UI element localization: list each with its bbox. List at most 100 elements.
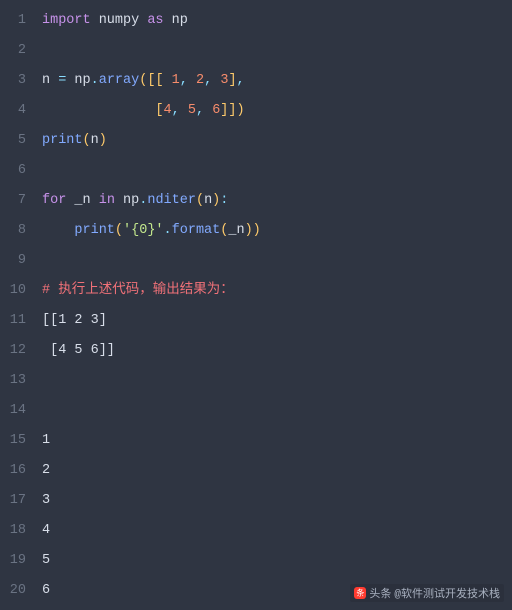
- line-number: 11: [0, 306, 26, 336]
- code-line: [[1 2 3]: [42, 306, 512, 336]
- token-id: n: [204, 193, 212, 208]
- code-line: [42, 366, 512, 396]
- token-kw: import: [42, 13, 91, 28]
- line-number: 14: [0, 396, 26, 426]
- token-pn: [: [155, 103, 163, 118]
- token-out: [[1 2 3]: [42, 313, 107, 328]
- token-pn: (: [196, 193, 204, 208]
- token-pn: (: [115, 223, 123, 238]
- token-fn: print: [74, 223, 115, 238]
- code-line: [42, 396, 512, 426]
- line-number: 16: [0, 456, 26, 486]
- token-num: 1: [172, 73, 180, 88]
- code-editor: 1234567891011121314151617181920 import n…: [0, 0, 512, 610]
- line-number: 6: [0, 156, 26, 186]
- line-number: 1: [0, 6, 26, 36]
- token-out: 2: [42, 463, 50, 478]
- code-line: import numpy as np: [42, 6, 512, 36]
- code-line: [4 5 6]]: [42, 336, 512, 366]
- line-number: 2: [0, 36, 26, 66]
- token-pn: ([[: [139, 73, 163, 88]
- code-line: for _n in np.nditer(n):: [42, 186, 512, 216]
- line-number: 10: [0, 276, 26, 306]
- token-pn: )): [245, 223, 261, 238]
- watermark: 头条 @软件测试开发技术栈: [350, 584, 504, 602]
- token-id: [180, 103, 188, 118]
- token-out: 1: [42, 433, 50, 448]
- line-number-gutter: 1234567891011121314151617181920: [0, 0, 36, 610]
- token-kw: as: [147, 13, 163, 28]
- code-line: [42, 156, 512, 186]
- token-num: 2: [196, 73, 204, 88]
- token-fn: format: [172, 223, 221, 238]
- line-number: 19: [0, 546, 26, 576]
- code-line: print(n): [42, 126, 512, 156]
- token-fn: nditer: [147, 193, 196, 208]
- line-number: 7: [0, 186, 26, 216]
- toutiao-logo-icon: [354, 587, 366, 599]
- code-area: import numpy as npn = np.array([[ 1, 2, …: [36, 0, 512, 610]
- code-line: 5: [42, 546, 512, 576]
- token-id: [164, 73, 172, 88]
- code-line: 3: [42, 486, 512, 516]
- token-fn: print: [42, 133, 83, 148]
- code-line: [42, 246, 512, 276]
- token-id: np: [66, 73, 90, 88]
- token-out: 6: [42, 583, 50, 598]
- token-kw: for: [42, 193, 66, 208]
- code-line: 2: [42, 456, 512, 486]
- code-line: print('{0}'.format(_n)): [42, 216, 512, 246]
- token-num: 4: [164, 103, 172, 118]
- line-number: 17: [0, 486, 26, 516]
- token-pn: ]: [228, 73, 236, 88]
- token-op: .: [164, 223, 172, 238]
- token-str: '{0}': [123, 223, 164, 238]
- token-op: ,: [237, 73, 245, 88]
- token-pn: ]]): [220, 103, 244, 118]
- watermark-prefix: 头条: [369, 585, 391, 601]
- token-kw: in: [99, 193, 115, 208]
- token-out: 4: [42, 523, 50, 538]
- code-line: n = np.array([[ 1, 2, 3],: [42, 66, 512, 96]
- token-out: 5: [42, 553, 50, 568]
- line-number: 18: [0, 516, 26, 546]
- line-number: 12: [0, 336, 26, 366]
- token-id: np: [164, 13, 188, 28]
- token-id: n: [91, 133, 99, 148]
- token-op: ,: [196, 103, 204, 118]
- line-number: 5: [0, 126, 26, 156]
- token-out: 3: [42, 493, 50, 508]
- token-id: [42, 103, 155, 118]
- token-op: .: [91, 73, 99, 88]
- token-id: n: [42, 73, 58, 88]
- line-number: 13: [0, 366, 26, 396]
- token-pn: (: [83, 133, 91, 148]
- code-line: [42, 36, 512, 66]
- token-id: numpy: [91, 13, 148, 28]
- line-number: 4: [0, 96, 26, 126]
- token-id: [188, 73, 196, 88]
- token-op: ,: [180, 73, 188, 88]
- code-line: 1: [42, 426, 512, 456]
- line-number: 8: [0, 216, 26, 246]
- code-line: # 执行上述代码，输出结果为：: [42, 276, 512, 306]
- token-fn: array: [99, 73, 140, 88]
- token-id: [42, 223, 74, 238]
- token-out: [4 5 6]]: [42, 343, 115, 358]
- token-num: 5: [188, 103, 196, 118]
- token-op: ,: [172, 103, 180, 118]
- code-line: 4: [42, 516, 512, 546]
- token-op: :: [220, 193, 228, 208]
- token-id: _n: [66, 193, 98, 208]
- line-number: 9: [0, 246, 26, 276]
- token-pn: ): [99, 133, 107, 148]
- line-number: 20: [0, 576, 26, 606]
- token-id: [204, 103, 212, 118]
- code-line: [4, 5, 6]]): [42, 96, 512, 126]
- token-id: _n: [228, 223, 244, 238]
- line-number: 3: [0, 66, 26, 96]
- token-op: ,: [204, 73, 212, 88]
- token-id: np: [115, 193, 139, 208]
- watermark-text: @软件测试开发技术栈: [394, 585, 500, 601]
- line-number: 15: [0, 426, 26, 456]
